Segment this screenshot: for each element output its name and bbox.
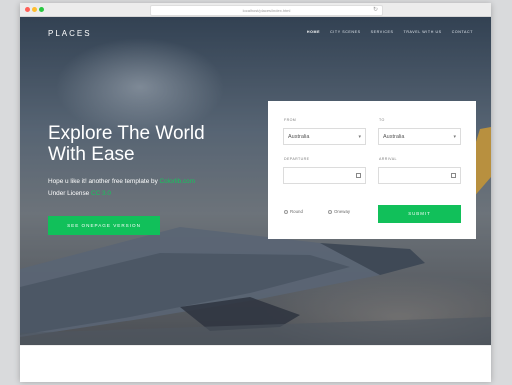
hero-title-line-1: Explore The World — [48, 123, 205, 144]
arrival-label: ARRIVAL — [379, 157, 397, 161]
radio-circle-icon — [284, 209, 288, 214]
reload-icon[interactable]: ↻ — [373, 6, 378, 15]
nav-item-city-scenes[interactable]: CITY SCENES — [330, 30, 361, 34]
nav-item-travel-with-us[interactable]: TRAVEL WITH US — [404, 30, 442, 34]
page-below-hero — [20, 345, 491, 382]
colorlib-link[interactable]: Colorlib.com — [160, 178, 196, 185]
license-link[interactable]: CC 3.0 — [91, 190, 111, 197]
minimize-window-icon[interactable] — [32, 7, 37, 12]
hero-subtitle: Hope u like it! another free template by… — [48, 176, 258, 200]
hero-section: PLACES HOME CITY SCENES SERVICES TRAVEL … — [20, 17, 491, 345]
browser-toolbar: localhost/places/index.html ↻ — [20, 3, 491, 17]
nav-item-services[interactable]: SERVICES — [371, 30, 394, 34]
submit-button[interactable]: SUBMIT — [378, 205, 461, 223]
departure-label: DEPARTURE — [284, 157, 310, 161]
chevron-down-icon: ▾ — [453, 134, 456, 140]
address-url: localhost/places/index.html — [242, 8, 291, 13]
hero-subtitle-text-1: Hope u like it! another free template by — [48, 178, 160, 185]
to-select[interactable]: Australia ▾ — [378, 128, 461, 145]
hero-title-line-2: With Ease — [48, 144, 135, 165]
booking-form: FROM Australia ▾ TO Australia ▾ DEPARTUR… — [268, 101, 476, 239]
browser-window: localhost/places/index.html ↻ PLACES HOM… — [20, 3, 491, 382]
round-trip-label: Round — [290, 209, 303, 214]
from-label: FROM — [284, 118, 297, 122]
calendar-icon — [451, 173, 456, 178]
to-label: TO — [379, 118, 385, 122]
hero-title: Explore The World With Ease — [48, 123, 268, 165]
site-logo[interactable]: PLACES — [48, 29, 92, 38]
calendar-icon — [356, 173, 361, 178]
chevron-down-icon: ▾ — [358, 134, 361, 140]
maximize-window-icon[interactable] — [39, 7, 44, 12]
nav-item-contact[interactable]: CONTACT — [452, 30, 473, 34]
hero-subtitle-text-2: Under License — [48, 190, 91, 197]
close-window-icon[interactable] — [25, 7, 30, 12]
nav-item-home[interactable]: HOME — [307, 30, 320, 34]
oneway-label: Oneway — [334, 209, 351, 214]
radio-circle-icon — [328, 209, 332, 214]
from-select-value: Australia — [288, 134, 310, 140]
oneway-radio[interactable]: Oneway — [328, 209, 350, 214]
departure-date-input[interactable] — [283, 167, 366, 184]
main-navigation: HOME CITY SCENES SERVICES TRAVEL WITH US… — [307, 30, 473, 34]
onepage-version-button[interactable]: SEE ONEPAGE VERSION — [48, 216, 160, 235]
to-select-value: Australia — [383, 134, 405, 140]
address-bar[interactable]: localhost/places/index.html ↻ — [150, 5, 383, 16]
arrival-date-input[interactable] — [378, 167, 461, 184]
round-trip-radio[interactable]: Round — [284, 209, 303, 214]
from-select[interactable]: Australia ▾ — [283, 128, 366, 145]
